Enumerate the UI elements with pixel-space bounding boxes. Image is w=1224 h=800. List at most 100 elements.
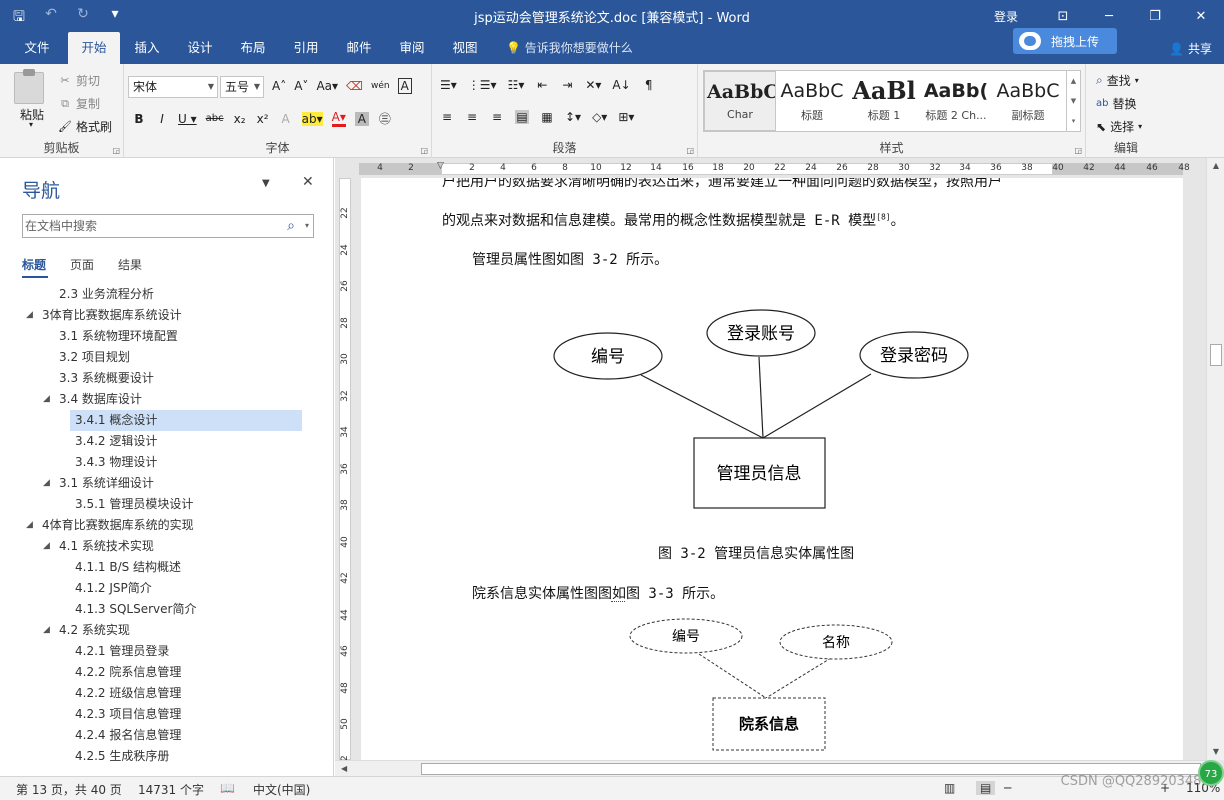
paragraph-launcher-icon[interactable]: ◲ bbox=[686, 146, 694, 155]
nav-heading-item[interactable]: 4.1.1 B/S 结构概述 bbox=[0, 557, 320, 578]
phonetic-guide-icon[interactable]: wén bbox=[371, 81, 390, 91]
collapse-triangle-icon[interactable]: ◢ bbox=[26, 515, 33, 536]
indent-marker-icon[interactable]: ▽ bbox=[437, 161, 444, 171]
bold-icon[interactable]: B bbox=[132, 112, 146, 126]
page-count[interactable]: 第 13 页，共 40 页 bbox=[16, 781, 122, 798]
nav-close-icon[interactable]: ✕ bbox=[302, 174, 314, 190]
undo-icon[interactable]: ↶ bbox=[42, 6, 60, 30]
decrease-indent-icon[interactable]: ⇤ bbox=[535, 78, 549, 92]
scroll-down-icon[interactable]: ▼ bbox=[1067, 91, 1080, 111]
tab-design[interactable]: 设计 bbox=[177, 32, 223, 64]
align-center-icon[interactable]: ≡ bbox=[465, 110, 479, 124]
font-size-combo[interactable]: 五号 ▼ bbox=[220, 76, 264, 98]
font-name-combo[interactable]: 宋体 ▼ bbox=[128, 76, 218, 98]
bullets-icon[interactable]: ☰▾ bbox=[440, 78, 457, 92]
italic-icon[interactable]: I bbox=[155, 112, 169, 126]
save-icon[interactable]: 🖫 bbox=[10, 6, 28, 30]
horizontal-ruler[interactable]: 4 2 2 4 6 8 10 12 14 16 18 20 22 24 26 28 30 32 34 36 38 40 42… bbox=[335, 158, 1224, 178]
tab-view[interactable]: 视图 bbox=[442, 32, 488, 64]
borders-icon[interactable]: ⊞▾ bbox=[618, 110, 634, 124]
word-count[interactable]: 14731 个字 bbox=[138, 781, 204, 798]
collapse-triangle-icon[interactable]: ◢ bbox=[43, 473, 50, 494]
tab-layout[interactable]: 布局 bbox=[230, 32, 276, 64]
show-marks-icon[interactable]: ¶ bbox=[642, 78, 656, 92]
shading-icon[interactable]: ◇▾ bbox=[592, 110, 607, 124]
align-right-icon[interactable]: ≡ bbox=[490, 110, 504, 124]
select-button[interactable]: ⬉ 选择 ▾ bbox=[1096, 118, 1142, 135]
line-spacing-icon[interactable]: ↕▾ bbox=[565, 110, 581, 124]
scroll-left-icon[interactable]: ◀ bbox=[341, 761, 347, 777]
zoom-out-button[interactable]: ─ bbox=[1004, 781, 1011, 795]
nav-heading-item[interactable]: 3.2 项目规划 bbox=[0, 347, 320, 368]
font-color-icon[interactable]: A▾ bbox=[331, 110, 346, 127]
tell-me-box[interactable]: 💡 告诉我你想要做什么 bbox=[506, 32, 633, 64]
proofing-icon[interactable]: 📖 bbox=[220, 781, 235, 795]
copy-button[interactable]: ⧉ 复制 bbox=[58, 95, 100, 112]
text-effects-icon[interactable]: A bbox=[279, 112, 293, 126]
nav-heading-item[interactable]: 3.4.3 物理设计 bbox=[0, 452, 320, 473]
enclose-chars-icon[interactable]: ㊂ bbox=[378, 110, 392, 127]
nav-heading-item[interactable]: 3.3 系统概要设计 bbox=[0, 368, 320, 389]
print-layout-icon[interactable]: ▤ bbox=[976, 781, 996, 795]
tab-home[interactable]: 开始 bbox=[68, 32, 120, 64]
nav-heading-item[interactable]: 3.1 系统物理环境配置 bbox=[0, 326, 320, 347]
distributed-icon[interactable]: ▦ bbox=[540, 110, 554, 124]
chinese-layout-icon[interactable]: ✕▾ bbox=[585, 78, 601, 92]
nav-heading-item[interactable]: 4.2.2 院系信息管理 bbox=[0, 662, 320, 683]
style-char[interactable]: AaBbC Char bbox=[704, 71, 776, 131]
collapse-triangle-icon[interactable]: ◢ bbox=[43, 536, 50, 557]
strikethrough-icon[interactable]: abc bbox=[206, 113, 224, 124]
nav-heading-item[interactable]: 2.3 业务流程分析 bbox=[0, 284, 320, 305]
nav-heading-item[interactable]: 4.2.2 班级信息管理 bbox=[0, 683, 320, 704]
maximize-button[interactable]: ❐ bbox=[1132, 9, 1178, 24]
underline-icon[interactable]: U ▾ bbox=[178, 112, 197, 126]
style-heading-1[interactable]: AaBl 标题 1 bbox=[848, 71, 920, 131]
read-mode-icon[interactable]: ▥ bbox=[944, 781, 955, 795]
scroll-down-icon[interactable]: ▼ bbox=[1207, 744, 1224, 760]
shrink-font-icon[interactable]: A˅ bbox=[294, 79, 308, 93]
increase-indent-icon[interactable]: ⇥ bbox=[560, 78, 574, 92]
styles-scroll[interactable]: ▲ ▼ ▾ bbox=[1066, 71, 1080, 131]
collapse-triangle-icon[interactable]: ◢ bbox=[26, 305, 33, 326]
nav-heading-item[interactable]: ◢ 3.4 数据库设计 bbox=[0, 389, 320, 410]
nav-tab-results[interactable]: 结果 bbox=[118, 256, 142, 273]
nav-heading-item[interactable]: ◢ 4.2 系统实现 bbox=[0, 620, 320, 641]
nav-heading-item[interactable]: ◢ 3体育比赛数据库系统设计 bbox=[0, 305, 320, 326]
tab-file[interactable]: 文件 bbox=[14, 32, 60, 64]
redo-icon[interactable]: ↻ bbox=[74, 6, 92, 30]
nav-heading-item[interactable]: 3.5.1 管理员模块设计 bbox=[0, 494, 320, 515]
search-icon[interactable]: ⌕ bbox=[287, 215, 295, 237]
nav-heading-item[interactable]: 4.2.4 报名信息管理 bbox=[0, 725, 320, 746]
scroll-up-icon[interactable]: ▲ bbox=[1067, 71, 1080, 91]
customize-qat-icon[interactable]: ▾ bbox=[106, 6, 124, 30]
login-link[interactable]: 登录 bbox=[994, 8, 1018, 25]
nav-heading-item[interactable]: 3.4.1 概念设计 bbox=[0, 410, 320, 431]
replace-button[interactable]: ab 替换 bbox=[1096, 95, 1137, 112]
nav-heading-item[interactable]: ◢ 4体育比赛数据库系统的实现 bbox=[0, 515, 320, 536]
cut-button[interactable]: ✂ 剪切 bbox=[58, 72, 100, 89]
style-heading-2[interactable]: AaBb(标题 2 Ch... bbox=[920, 71, 992, 131]
numbering-icon[interactable]: ⋮☰▾ bbox=[468, 78, 497, 92]
find-button[interactable]: ⌕ 查找 ▾ bbox=[1096, 72, 1139, 89]
nav-heading-item[interactable]: 4.2.5 生成秩序册 bbox=[0, 746, 320, 767]
ribbon-display-options-icon[interactable]: ⊡ bbox=[1040, 9, 1086, 24]
nav-tab-pages[interactable]: 页面 bbox=[70, 256, 94, 273]
nav-heading-item[interactable]: 3.4.2 逻辑设计 bbox=[0, 431, 320, 452]
clear-format-icon[interactable]: ⌫ bbox=[346, 79, 363, 93]
format-painter-button[interactable]: 🖌 格式刷 bbox=[58, 118, 112, 135]
grow-font-icon[interactable]: A˄ bbox=[272, 79, 286, 93]
language-indicator[interactable]: 中文(中国) bbox=[253, 781, 310, 798]
nav-heading-item[interactable]: 4.2.1 管理员登录 bbox=[0, 641, 320, 662]
collapse-triangle-icon[interactable]: ◢ bbox=[43, 389, 50, 410]
vertical-ruler[interactable]: 22242628303234363840424446485052 bbox=[335, 178, 355, 766]
align-left-icon[interactable]: ≡ bbox=[440, 110, 454, 124]
nav-heading-item[interactable]: 4.1.3 SQLServer简介 bbox=[0, 599, 320, 620]
nav-heading-item[interactable]: 4.2.3 项目信息管理 bbox=[0, 704, 320, 725]
char-border-icon[interactable]: A bbox=[397, 78, 412, 94]
nav-heading-item[interactable]: ◢ 3.1 系统详细设计 bbox=[0, 473, 320, 494]
upload-button[interactable]: 拖拽上传 bbox=[1013, 28, 1117, 54]
scroll-up-icon[interactable]: ▲ bbox=[1207, 158, 1224, 174]
paste-icon[interactable] bbox=[14, 69, 44, 104]
scroll-thumb[interactable] bbox=[1210, 344, 1222, 366]
tab-references[interactable]: 引用 bbox=[283, 32, 329, 64]
